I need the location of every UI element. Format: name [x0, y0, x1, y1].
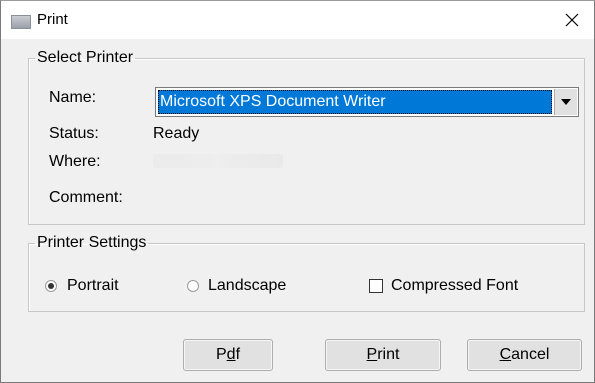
select-printer-legend: Select Printer	[37, 49, 134, 66]
landscape-label[interactable]: Landscape	[208, 277, 286, 295]
cancel-button[interactable]: Cancel	[467, 339, 582, 371]
cancel-label-mnemonic: C	[499, 346, 512, 363]
printer-settings-group: Printer Settings	[28, 234, 585, 312]
close-icon	[565, 13, 578, 27]
status-value: Ready	[153, 125, 200, 142]
printer-settings-legend: Printer Settings	[37, 234, 147, 251]
dropdown-button[interactable]	[554, 89, 577, 115]
compressed-font-checkbox[interactable]	[369, 279, 383, 293]
pdf-button[interactable]: Pdf	[183, 339, 273, 371]
pdf-label-post: f	[235, 346, 241, 363]
window-title: Print	[37, 11, 68, 28]
chevron-down-icon	[561, 99, 571, 105]
print-label-mnemonic: P	[366, 346, 378, 363]
print-dialog: Print Select Printer Name: Microsoft XPS…	[0, 0, 595, 383]
title-bar[interactable]: Print	[1, 1, 594, 39]
status-label: Status:	[49, 125, 99, 142]
printer-name-select[interactable]: Microsoft XPS Document Writer	[155, 87, 579, 117]
portrait-label[interactable]: Portrait	[67, 277, 119, 295]
print-label-post: rint	[377, 346, 400, 363]
where-value	[153, 154, 283, 168]
where-label: Where:	[49, 153, 101, 170]
comment-label: Comment:	[49, 189, 123, 206]
name-label: Name:	[49, 89, 97, 106]
printer-name-value: Microsoft XPS Document Writer	[158, 90, 552, 114]
printer-app-icon	[11, 15, 31, 29]
pdf-label-pre: P	[215, 346, 227, 363]
close-button[interactable]	[549, 1, 594, 39]
compressed-font-label[interactable]: Compressed Font	[391, 277, 518, 295]
pdf-label-mnemonic: d	[226, 346, 236, 363]
portrait-radio[interactable]	[45, 280, 57, 292]
cancel-label-post: ancel	[511, 346, 550, 363]
landscape-radio[interactable]	[187, 280, 199, 292]
print-button[interactable]: Print	[325, 339, 441, 371]
